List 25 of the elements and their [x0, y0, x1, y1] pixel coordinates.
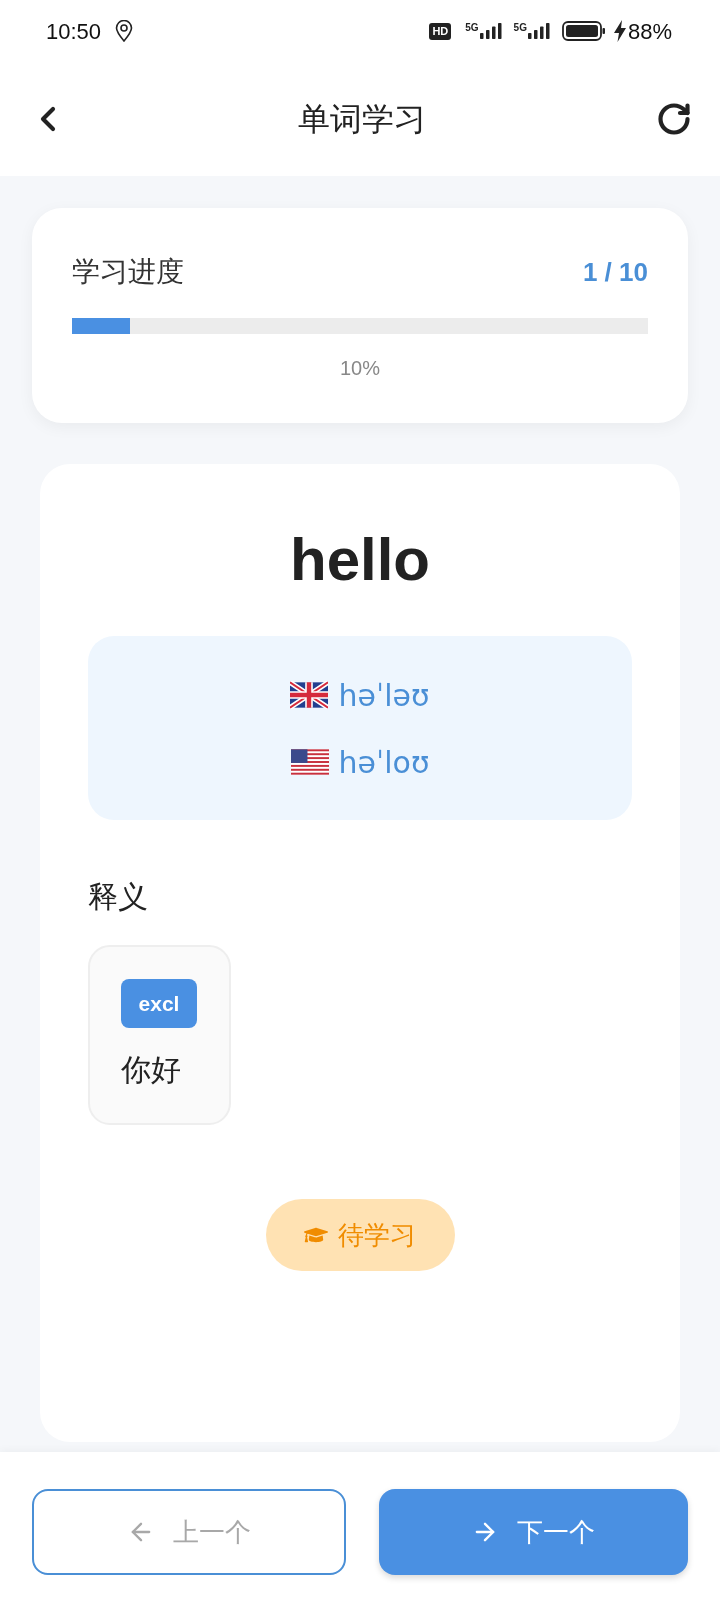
page-title: 单词学习 [298, 100, 426, 139]
network-label: 5G [513, 23, 527, 33]
progress-count: 1 / 10 [582, 255, 648, 289]
charging-bolt-icon [613, 20, 626, 42]
network-label: 5G [465, 23, 479, 33]
progress-percent: 10% [340, 356, 380, 381]
part-of-speech-tag: excl [121, 979, 197, 1028]
battery-percent: 88% [627, 17, 672, 46]
status-time: 10:50 [46, 17, 102, 46]
definition-text: 你好 [121, 1052, 181, 1088]
word-text: hello [290, 525, 430, 595]
next-button[interactable]: 下一个 [378, 1489, 688, 1575]
battery-icon [561, 21, 606, 41]
uk-flag-icon [290, 681, 329, 709]
status-pill: 待学习 [265, 1199, 455, 1271]
refresh-icon[interactable] [656, 101, 692, 137]
hd-badge: HD [429, 22, 452, 40]
section-title: 释义 [88, 879, 148, 915]
phonetic-text: həˈləʊ [338, 676, 430, 715]
signal-icon [527, 23, 550, 39]
progress-label: 学习进度 [72, 255, 184, 289]
us-flag-icon [290, 748, 329, 776]
location-pin-icon [115, 20, 134, 42]
phonetic-text: həˈloʊ [338, 743, 430, 782]
signal-icon [479, 23, 502, 39]
